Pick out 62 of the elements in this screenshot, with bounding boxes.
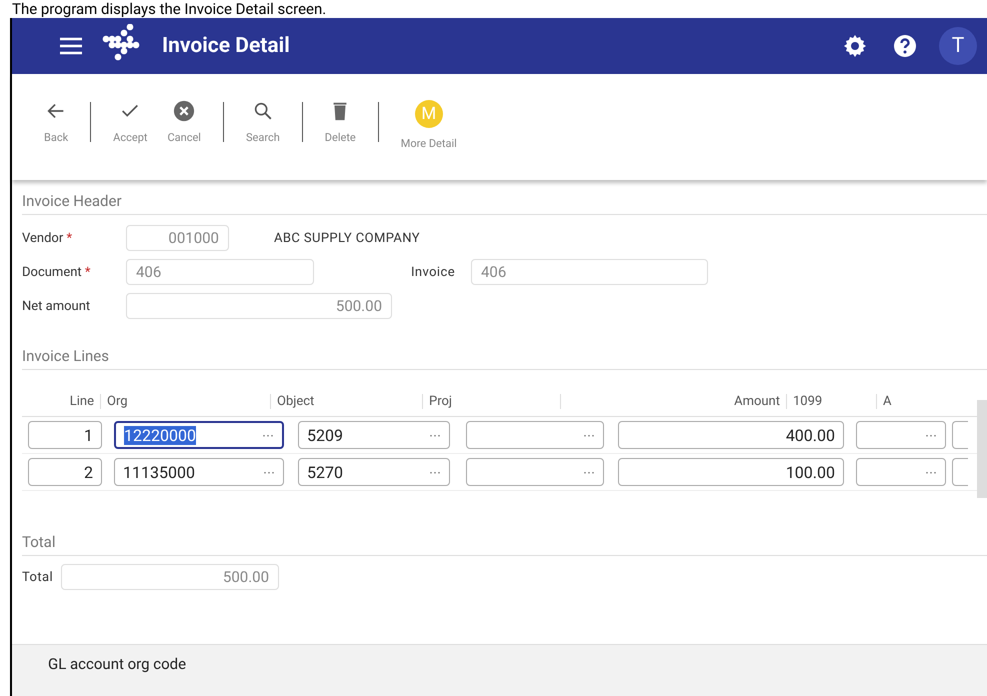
- user-avatar[interactable]: T: [939, 27, 977, 65]
- line-number-field[interactable]: 2: [28, 458, 102, 486]
- field-edge[interactable]: [952, 458, 968, 486]
- column-header: 1099: [786, 394, 876, 408]
- column-header: Proj: [422, 394, 560, 408]
- lookup-button[interactable]: ···: [262, 428, 274, 442]
- help-button[interactable]: [893, 34, 917, 58]
- org-field[interactable]: 12220000 ···: [114, 421, 284, 449]
- lookup-button[interactable]: ···: [583, 465, 595, 479]
- column-header: Object: [270, 394, 422, 408]
- settings-button[interactable]: [843, 34, 867, 58]
- field-label: Vendor *: [22, 230, 74, 246]
- net-amount-field[interactable]: 500.00: [126, 293, 392, 319]
- column-header: Line: [68, 394, 95, 408]
- toolbar-button[interactable]: Delete: [314, 100, 366, 144]
- toolbar-button[interactable]: Cancel: [157, 100, 211, 144]
- menu-icon: [60, 37, 82, 55]
- lookup-button[interactable]: ···: [429, 428, 441, 442]
- object-field[interactable]: 5209 ···: [298, 421, 450, 449]
- toolbar-button[interactable]: Search: [236, 100, 290, 144]
- lookup-button[interactable]: ···: [263, 465, 275, 479]
- amount-field[interactable]: 100.00: [618, 458, 844, 486]
- section-title: Invoice Lines: [22, 347, 987, 370]
- toolbar-button[interactable]: Back: [34, 100, 78, 144]
- section-title: Invoice Header: [22, 192, 987, 215]
- proj-field[interactable]: ···: [466, 458, 604, 486]
- status-bar: GL account org code: [12, 644, 987, 696]
- more-detail-icon: M: [414, 100, 443, 128]
- 1099-field[interactable]: ···: [856, 458, 946, 486]
- object-field[interactable]: 5270 ···: [298, 458, 450, 486]
- field-label: Document *: [22, 264, 92, 280]
- page-title: Invoice Detail: [162, 34, 291, 58]
- column-header: Org: [100, 394, 270, 408]
- scrollbar[interactable]: [977, 400, 987, 498]
- proj-field[interactable]: ···: [466, 421, 604, 449]
- menu-button[interactable]: [60, 37, 82, 55]
- toolbar-button[interactable]: Accept: [103, 100, 158, 144]
- amount-field[interactable]: 400.00: [618, 421, 844, 449]
- help-icon: [893, 34, 917, 58]
- org-field[interactable]: 11135000 ···: [114, 458, 284, 486]
- lookup-button[interactable]: ···: [925, 465, 937, 479]
- lookup-button[interactable]: ···: [429, 465, 441, 479]
- column-header: A: [876, 394, 900, 408]
- vendor-field[interactable]: 001000: [126, 225, 229, 251]
- 1099-field[interactable]: ···: [856, 421, 946, 449]
- field-label: Total: [22, 570, 54, 584]
- field-label: Net amount: [22, 298, 92, 314]
- lookup-button[interactable]: ···: [583, 428, 595, 442]
- invoice-field[interactable]: 406: [471, 259, 708, 285]
- column-header: Amount: [560, 394, 786, 408]
- field-edge[interactable]: [952, 421, 968, 449]
- settings-icon: [843, 34, 867, 58]
- line-number-field[interactable]: 1: [28, 421, 102, 449]
- field-label: Invoice: [411, 264, 455, 280]
- lookup-button[interactable]: ···: [925, 428, 937, 442]
- vendor-name: ABC SUPPLY COMPANY: [274, 230, 420, 246]
- cancel-icon: [173, 100, 196, 122]
- document-field[interactable]: 406: [126, 259, 314, 285]
- caption: The program displays the Invoice Detail screen.: [11, 0, 328, 18]
- total-field[interactable]: 500.00: [61, 564, 280, 590]
- section-title: Total: [22, 533, 987, 556]
- toolbar-button[interactable]: M More Detail: [390, 100, 467, 150]
